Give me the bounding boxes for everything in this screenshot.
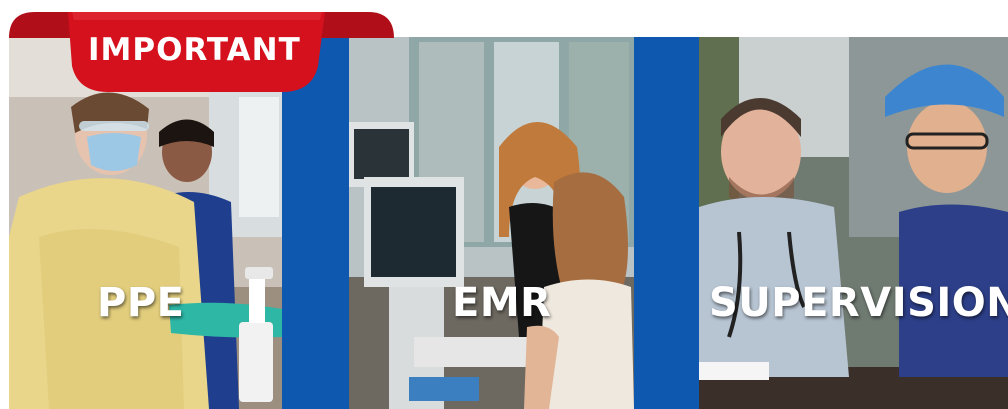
supervision-photo-panel: SUPERVISION [699, 37, 1008, 409]
important-text: IMPORTANT [88, 32, 301, 68]
ppe-label: PPE [97, 280, 185, 326]
blue-divider-right [634, 37, 699, 409]
important-banner: IMPORTANT [0, 0, 395, 100]
supervision-label: SUPERVISION [709, 280, 1008, 326]
emr-label: EMR [452, 280, 552, 326]
supervision-photo [699, 37, 1008, 409]
